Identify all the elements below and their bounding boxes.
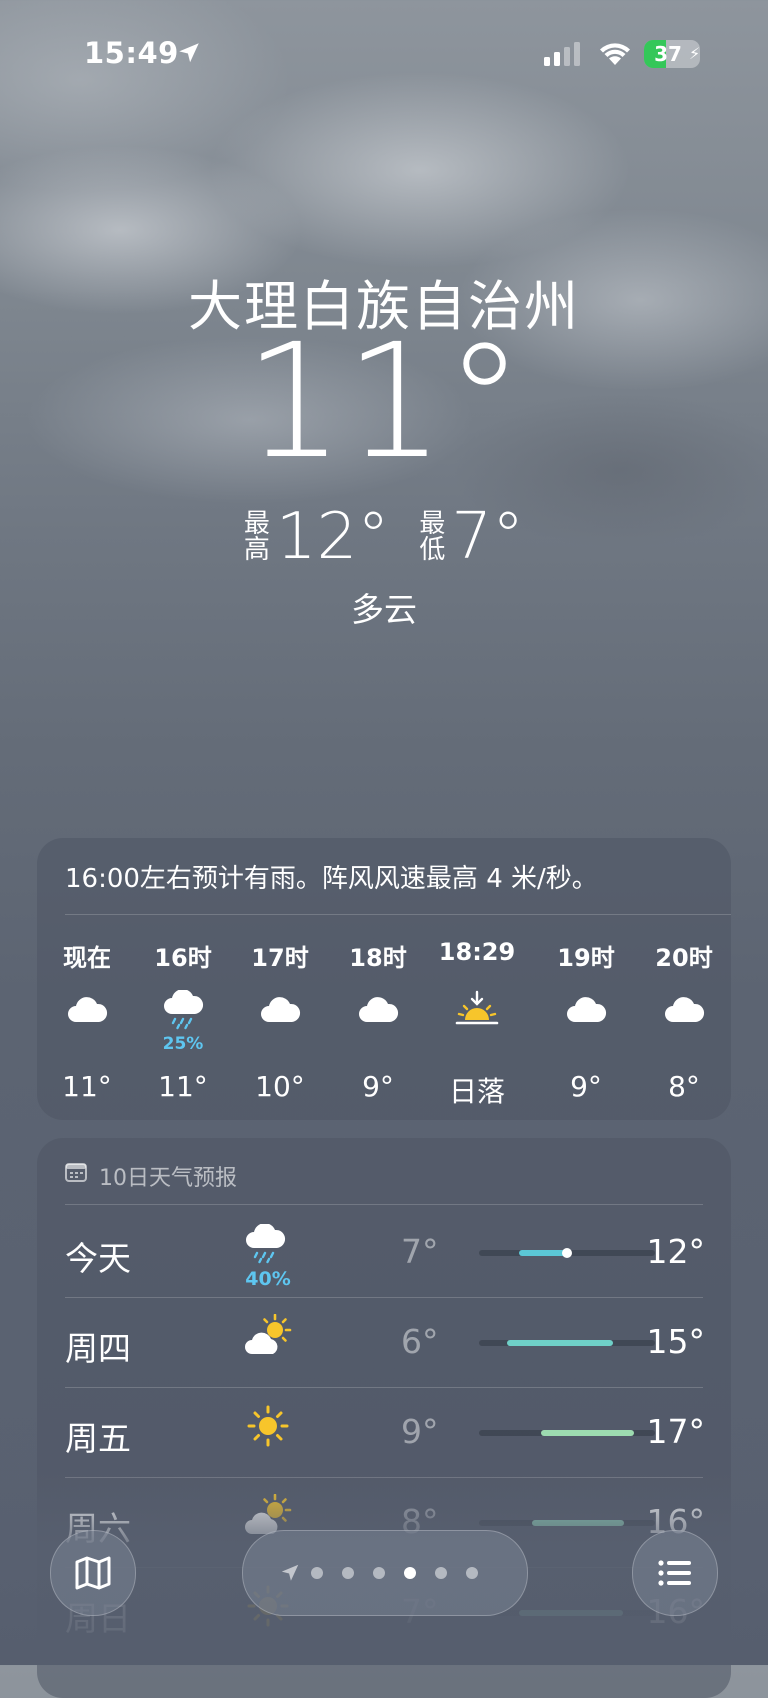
day-high: 15° [646,1322,706,1361]
hourly-item: 17时 10° [230,938,330,1118]
high-label: 最高 [243,509,270,565]
day-low: 7° [401,1232,439,1271]
current-temperature: 11° [243,310,525,494]
day-high: 12° [646,1232,706,1271]
hourly-forecast-card[interactable]: 16:00左右预计有雨。阵风风速最高 4 米/秒。 现在 11° 16时 25% 11°… [37,838,731,1120]
precipitation-chance: 25% [162,1034,204,1054]
battery-indicator: 37 ⚡ [644,40,700,68]
partly-sunny-icon [243,1313,293,1358]
day-name: 周四 [65,1329,131,1368]
hour-label: 20时 [655,944,713,972]
hour-temperature: 日落 [448,1075,505,1108]
page-dot[interactable] [342,1567,354,1579]
hour-label: 19时 [557,944,615,972]
cloud-icon [662,990,706,1030]
day-row[interactable]: 周五 9° 17° [65,1388,705,1478]
page-dot[interactable] [466,1567,478,1579]
hour-label: 现在 [63,944,111,972]
hour-temperature: 10° [255,1070,305,1103]
low-temperature: 7° [451,500,525,574]
page-indicator[interactable] [242,1530,528,1616]
cloud-icon [564,990,608,1030]
battery-level: 37 [654,42,682,66]
sunset-icon [455,990,499,1030]
day-name: 今天 [65,1239,131,1278]
hourly-item: 18:29 日落 [427,938,527,1118]
cloud-icon [65,990,109,1030]
temperature-range-bar [479,1248,655,1258]
hourly-item: 现在 11° [37,938,137,1118]
cloud-rain-icon [243,1223,293,1268]
temperature-range-bar [479,1430,655,1436]
cloud-icon [356,990,400,1030]
current-temp-dot [562,1248,572,1258]
day-low: 6° [401,1322,439,1361]
status-bar: 15:49 37 ⚡ [0,32,768,72]
status-time: 15:49 [84,36,179,70]
hour-label: 16时 [154,944,212,972]
day-row[interactable]: 今天 40% 7° 12° [65,1208,705,1298]
high-low: 最高12° 最低7° [0,500,768,574]
hourly-item: 18时 9° [328,938,428,1118]
wifi-icon [600,43,630,65]
divider [65,1204,703,1205]
temperature-range-fill [541,1430,634,1436]
hour-label: 18:29 [438,938,516,966]
hour-temperature: 11° [62,1070,112,1103]
hour-temperature: 9° [570,1070,602,1103]
hourly-item: 16时 25% 11° [133,938,233,1118]
charging-bolt-icon: ⚡ [689,44,701,63]
day-row[interactable]: 周四 6° 15° [65,1298,705,1388]
low-label: 最低 [419,509,446,565]
weather-condition: 多云 [351,590,417,629]
day-low: 9° [401,1412,439,1451]
high-temperature: 12° [275,500,390,574]
map-icon [75,1556,111,1590]
page-dot[interactable] [435,1567,447,1579]
precipitation-chance: 40% [245,1268,291,1290]
hour-temperature: 8° [668,1070,700,1103]
sun-icon [243,1404,293,1448]
divider [65,914,731,915]
page-dot[interactable] [373,1567,385,1579]
location-list-button[interactable] [632,1530,718,1616]
day-high: 17° [646,1412,706,1451]
forecast-summary: 16:00左右预计有雨。阵风风速最高 4 米/秒。 [65,864,598,894]
temperature-range-bar [479,1340,655,1346]
hour-label: 18时 [349,944,407,972]
cloud-rain-icon [161,989,205,1030]
hour-temperature: 11° [158,1070,208,1103]
hour-label: 17时 [251,944,309,972]
day-name: 周五 [65,1419,131,1458]
hour-temperature: 9° [362,1070,394,1103]
location-arrow-icon [281,1564,299,1581]
ten-day-header: 10日天气预报 [99,1166,237,1191]
calendar-icon [65,1163,87,1182]
page-dot[interactable] [404,1567,416,1579]
cloud-icon [258,990,302,1030]
location-arrow-icon [179,43,199,63]
map-button[interactable] [50,1530,136,1616]
temperature-range-fill [507,1340,613,1346]
cellular-signal-icon [544,42,580,66]
list-icon [658,1560,691,1586]
page-dot[interactable] [311,1567,323,1579]
hourly-item: 19时 9° [536,938,636,1118]
hourly-item: 20时 8° [634,938,731,1118]
